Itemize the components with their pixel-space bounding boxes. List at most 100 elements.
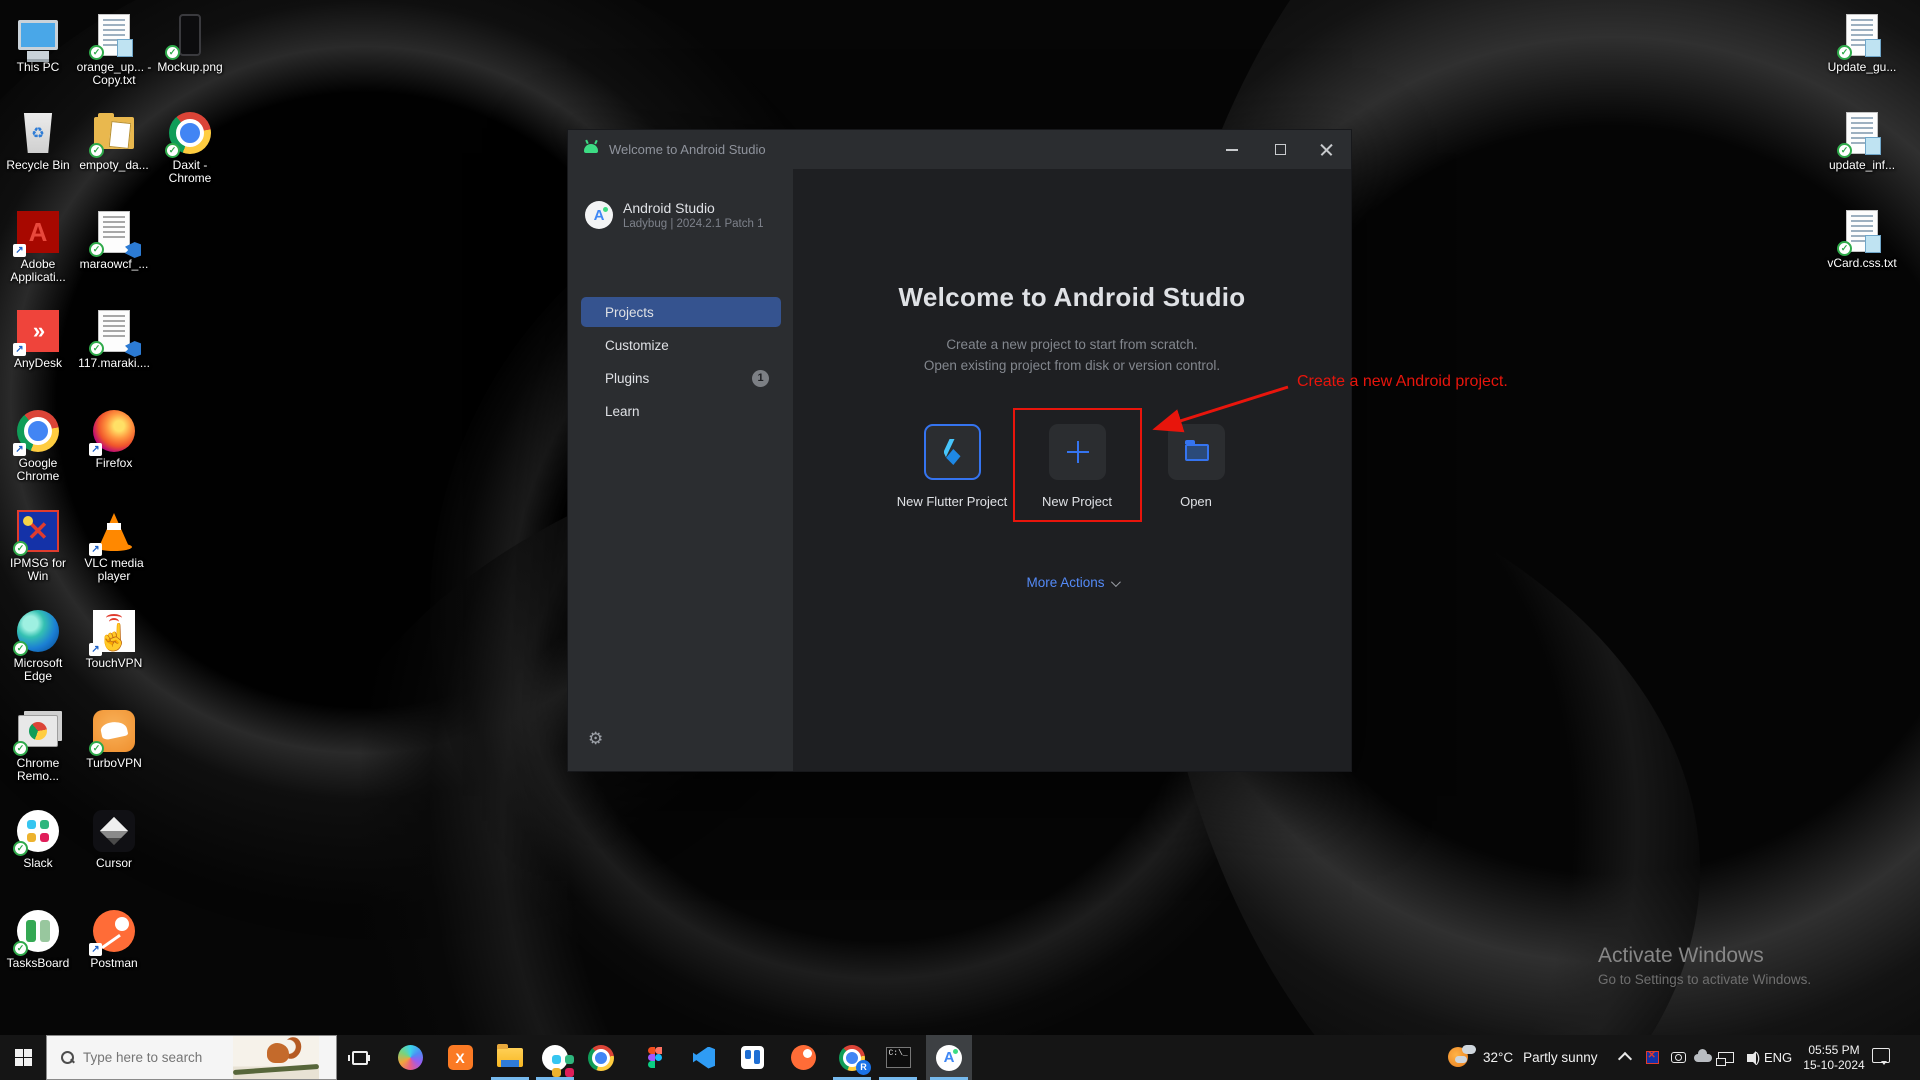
app-name: Android Studio	[623, 200, 715, 216]
language-indicator[interactable]: ENG	[1764, 1035, 1792, 1080]
icon-label: TasksBoard	[7, 957, 70, 970]
sidebar-item-learn[interactable]: Learn	[581, 396, 781, 426]
taskbar-app-terminal[interactable]: C:\_	[875, 1035, 921, 1080]
sidebar-item-plugins[interactable]: Plugins 1	[581, 363, 781, 393]
icon-label: Firefox	[96, 457, 133, 470]
vscode-icon	[693, 1047, 715, 1069]
desktop-icon-vlc[interactable]: ↗ VLC media player	[76, 508, 152, 583]
taskbar-app-xampp[interactable]: X	[437, 1035, 483, 1080]
recycle-bin-icon	[22, 113, 54, 153]
android-studio-welcome-window: Welcome to Android Studio A Android Stud…	[567, 129, 1352, 772]
desktop-icon-edge[interactable]: ✓ Microsoft Edge	[0, 608, 76, 683]
shortcut-arrow-icon: ↗	[13, 244, 26, 257]
new-flutter-project-button[interactable]	[924, 424, 981, 480]
taskbar-app-chrome[interactable]	[578, 1035, 624, 1080]
weather-condition: Partly sunny	[1523, 1050, 1597, 1065]
icon-label: Google Chrome	[0, 457, 76, 483]
desktop-icon-maraowcf[interactable]: ✓ maraowcf_...	[76, 209, 152, 271]
desktop-icon-orange-up-copy-txt[interactable]: ✓ orange_up... - Copy.txt	[76, 12, 152, 87]
icon-label: TurboVPN	[86, 757, 142, 770]
desktop-icon-google-chrome[interactable]: ↗ Google Chrome	[0, 408, 76, 483]
taskbar-app-android-studio[interactable]: A	[926, 1035, 972, 1080]
tray-volume[interactable]	[1738, 1035, 1762, 1080]
tray-onedrive[interactable]	[1691, 1035, 1715, 1080]
desktop-icon-slack[interactable]: ✓ Slack	[0, 808, 76, 870]
weather-icon	[1448, 1045, 1474, 1071]
desktop-icon-vcard-css[interactable]: ✓ vCard.css.txt	[1824, 208, 1900, 270]
icon-label: This PC	[17, 61, 60, 74]
sync-check-icon: ✓	[13, 641, 28, 656]
activate-subtitle: Go to Settings to activate Windows.	[1598, 972, 1811, 987]
desktop-icon-mockup-png[interactable]: ✓ Mockup.png	[152, 12, 228, 74]
close-button[interactable]	[1303, 130, 1349, 169]
desktop-icon-adobe[interactable]: A↗ Adobe Applicati...	[0, 209, 76, 284]
shortcut-arrow-icon: ↗	[13, 343, 26, 356]
task-view-icon	[352, 1051, 368, 1065]
shortcut-arrow-icon: ↗	[89, 643, 102, 656]
sidebar-item-label: Projects	[605, 305, 654, 320]
desktop-icon-recycle-bin[interactable]: Recycle Bin	[0, 110, 76, 172]
taskbar-app-figma[interactable]	[632, 1035, 678, 1080]
desktop-icon-empoty-da[interactable]: ✓ empoty_da...	[76, 110, 152, 172]
desktop-icon-firefox[interactable]: ↗ Firefox	[76, 408, 152, 470]
taskbar-app-vscode[interactable]	[681, 1035, 727, 1080]
minimize-button[interactable]	[1209, 130, 1255, 169]
settings-gear-icon[interactable]: ⚙	[588, 729, 603, 749]
taskbar-app-copilot[interactable]	[387, 1035, 433, 1080]
speaker-icon	[1747, 1054, 1754, 1062]
icon-label: empoty_da...	[79, 159, 148, 172]
sync-check-icon: ✓	[13, 841, 28, 856]
desktop-icon-ipmsg[interactable]: ✓ IPMSG for Win	[0, 508, 76, 583]
desktop-icon-daxit-chrome[interactable]: ✓ Daxit - Chrome	[152, 110, 228, 185]
taskbar-app-chrome-profile[interactable]: R	[829, 1035, 875, 1080]
sync-check-icon: ✓	[165, 143, 180, 158]
desktop-icon-update-gu[interactable]: ✓ Update_gu...	[1824, 12, 1900, 74]
postman-icon	[791, 1045, 816, 1070]
tray-expand-chevron-icon[interactable]	[1620, 1051, 1630, 1061]
icon-label: Chrome Remo...	[0, 757, 76, 783]
taskbar-clock[interactable]: 05:55 PM 15-10-2024	[1798, 1035, 1870, 1080]
sidebar-item-customize[interactable]: Customize	[581, 330, 781, 360]
start-button[interactable]	[0, 1035, 46, 1080]
shortcut-arrow-icon: ↗	[89, 543, 102, 556]
desktop-icon-cursor[interactable]: Cursor	[76, 808, 152, 870]
desktop-icon-update-inf[interactable]: ✓ update_inf...	[1824, 110, 1900, 172]
icon-label: Postman	[90, 957, 137, 970]
desktop-icon-this-pc[interactable]: This PC	[0, 12, 76, 74]
desktop-icon-anydesk[interactable]: »↗ AnyDesk	[0, 308, 76, 370]
maximize-icon	[1275, 144, 1286, 155]
task-view-button[interactable]	[337, 1035, 383, 1080]
tray-camera[interactable]	[1666, 1035, 1690, 1080]
taskbar-app-slack[interactable]	[532, 1035, 578, 1080]
camera-icon	[1671, 1052, 1686, 1063]
icon-label: Slack	[23, 857, 52, 870]
taskbar-app-trello[interactable]	[729, 1035, 775, 1080]
window-titlebar[interactable]: Welcome to Android Studio	[568, 130, 1351, 169]
desktop-icon-tasksboard[interactable]: ✓ TasksBoard	[0, 908, 76, 970]
taskbar-search[interactable]	[46, 1035, 337, 1080]
minimize-icon	[1226, 149, 1238, 151]
slack-icon	[542, 1045, 568, 1071]
taskbar-app-postman[interactable]	[780, 1035, 826, 1080]
desktop-icon-touchvpn[interactable]: ☝↗ TouchVPN	[76, 608, 152, 670]
search-input[interactable]	[83, 1050, 233, 1065]
taskbar-weather[interactable]: 32°CPartly sunny	[1448, 1035, 1597, 1080]
maximize-button[interactable]	[1257, 130, 1303, 169]
sidebar-item-projects[interactable]: Projects	[581, 297, 781, 327]
desktop-icon-117-maraki[interactable]: ✓ 117.maraki....	[76, 308, 152, 370]
notification-center-icon[interactable]	[1872, 1048, 1890, 1063]
desktop-icon-turbovpn[interactable]: ✓ TurboVPN	[76, 708, 152, 770]
more-actions-link[interactable]: More Actions	[793, 575, 1351, 590]
android-studio-logo-icon: A	[585, 201, 613, 229]
icon-label: Mockup.png	[157, 61, 222, 74]
desktop-icon-chrome-remote[interactable]: ✓ Chrome Remo...	[0, 708, 76, 783]
desktop-icon-postman[interactable]: ↗ Postman	[76, 908, 152, 970]
sync-check-icon: ✓	[13, 941, 28, 956]
open-project-button[interactable]	[1168, 424, 1225, 480]
tray-ipmsg[interactable]	[1640, 1035, 1664, 1080]
icon-label: Recycle Bin	[6, 159, 69, 172]
sync-check-icon: ✓	[165, 45, 180, 60]
tray-display[interactable]	[1714, 1035, 1738, 1080]
taskbar-app-file-explorer[interactable]	[487, 1035, 533, 1080]
computer-icon	[18, 20, 58, 50]
